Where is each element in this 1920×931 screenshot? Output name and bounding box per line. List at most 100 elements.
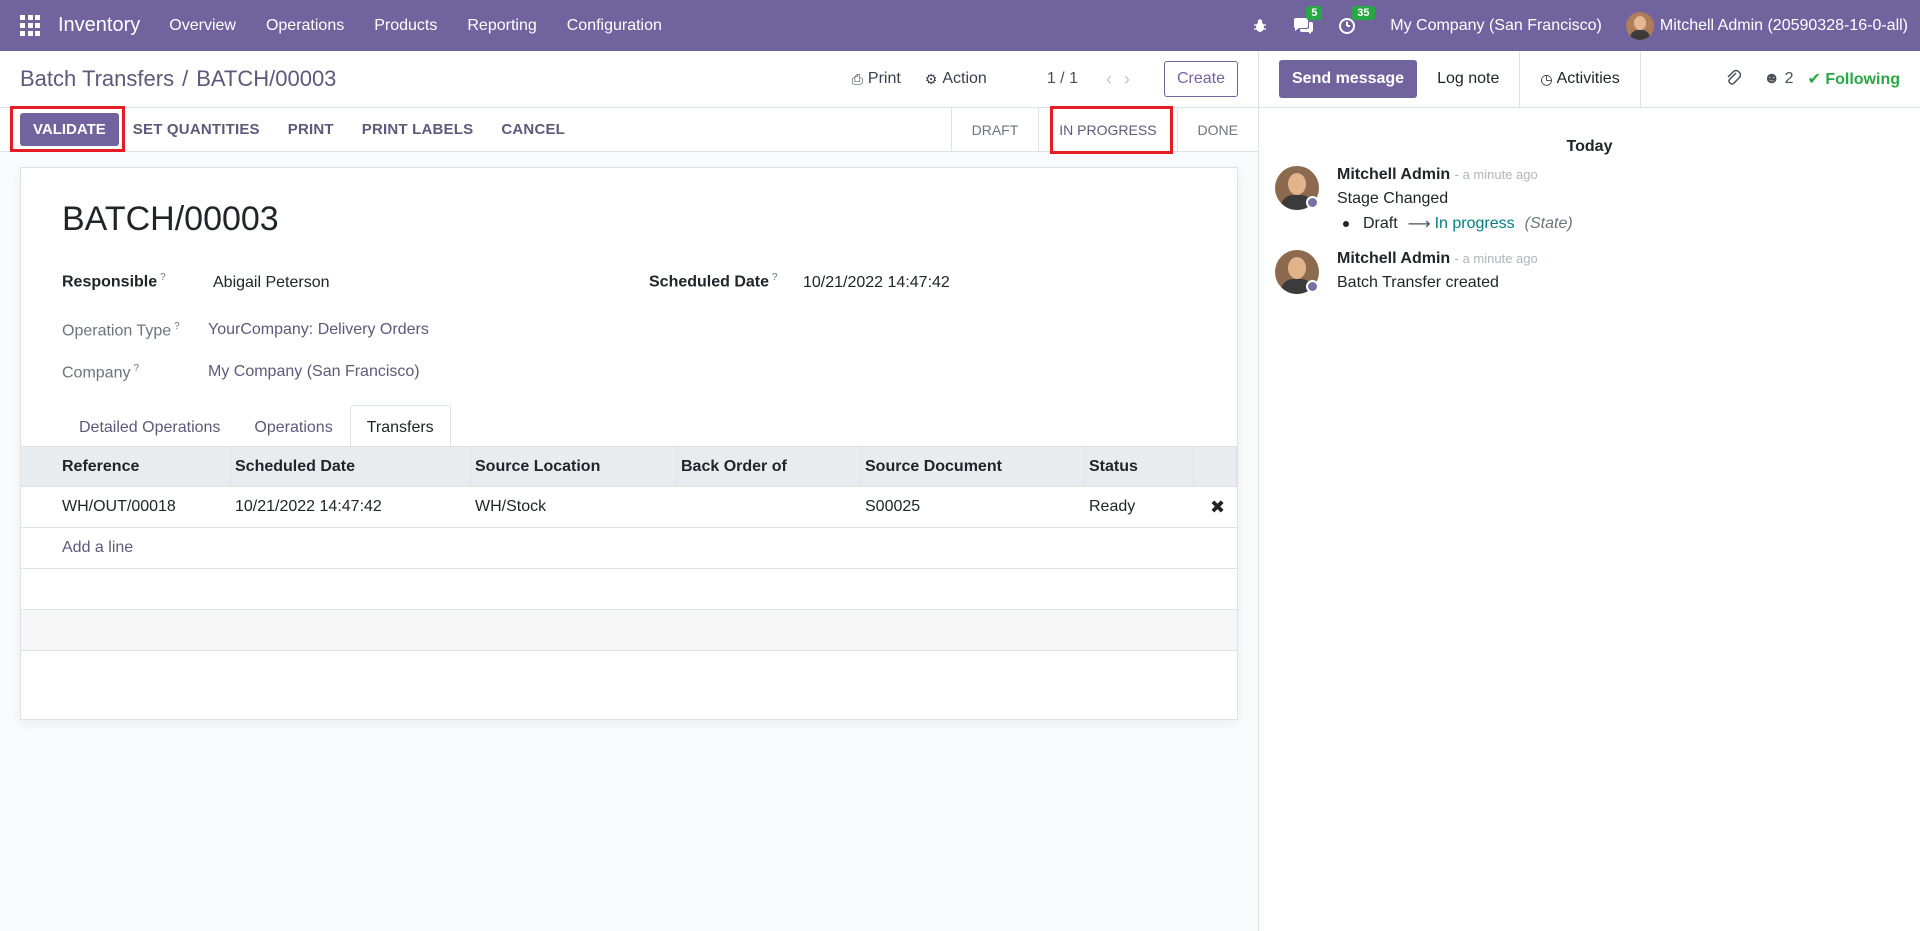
- help-icon[interactable]: ?: [160, 272, 166, 283]
- responsible-label: Responsible?: [62, 272, 166, 291]
- pager-value[interactable]: 1 / 1: [1047, 70, 1078, 88]
- printer-icon: ⎙: [851, 70, 863, 87]
- cell-reference: WH/OUT/00018: [62, 498, 176, 515]
- online-status-dot: [1306, 196, 1319, 209]
- menu-products[interactable]: Products: [359, 17, 452, 35]
- add-a-line-link[interactable]: Add a line: [21, 539, 133, 557]
- scheduled-date-label-text: Scheduled Date: [649, 273, 770, 291]
- messages-icon[interactable]: 5: [1292, 5, 1323, 35]
- user-menu[interactable]: Mitchell Admin (20590328-16-0-all): [1625, 11, 1908, 40]
- pager-previous-icon[interactable]: ‹: [1106, 69, 1112, 90]
- paperclip-icon[interactable]: [1725, 68, 1742, 91]
- help-icon[interactable]: ?: [174, 321, 180, 332]
- tab-detailed-operations[interactable]: Detailed Operations: [62, 405, 237, 451]
- activities-button[interactable]: ◷ Activities: [1520, 50, 1641, 108]
- column-reference[interactable]: Reference: [21, 447, 231, 486]
- scheduled-date-label: Scheduled Date?: [649, 272, 778, 291]
- column-scheduled-date[interactable]: Scheduled Date: [231, 447, 471, 486]
- set-quantities-button[interactable]: SET QUANTITIES: [133, 115, 260, 144]
- operation-type-field[interactable]: YourCompany: Delivery Orders: [208, 321, 429, 339]
- send-message-button[interactable]: Send message: [1279, 60, 1418, 98]
- empty-row: [21, 569, 1237, 610]
- stage-draft[interactable]: DRAFT: [950, 107, 1039, 152]
- menu-reporting[interactable]: Reporting: [452, 17, 551, 35]
- company-switcher[interactable]: My Company (San Francisco): [1390, 17, 1602, 35]
- tracking-value: Draft ⟶ In progress (State): [1343, 214, 1573, 234]
- breadcrumb-current: BATCH/00003: [196, 66, 337, 91]
- date-separator: Today: [1566, 138, 1613, 155]
- scheduled-date-field[interactable]: 10/21/2022 14:47:42: [803, 274, 950, 292]
- print-labels-button[interactable]: PRINT LABELS: [362, 115, 474, 144]
- menu-overview[interactable]: Overview: [154, 17, 251, 35]
- chatter-panel: Send message Log note ◷ Activities ☻ 2 ✔…: [1258, 50, 1920, 931]
- cancel-button[interactable]: CANCEL: [501, 115, 565, 144]
- pager-next-icon[interactable]: ›: [1124, 69, 1130, 90]
- gear-icon: ⚙: [924, 70, 938, 87]
- empty-row: [21, 610, 1237, 651]
- cell-source-document: S00025: [865, 498, 921, 515]
- delete-row-icon[interactable]: ✖: [1210, 497, 1225, 518]
- column-source-location[interactable]: Source Location: [471, 447, 677, 486]
- chatter-topbar: Send message Log note ◷ Activities ☻ 2 ✔…: [1259, 50, 1920, 108]
- menu-configuration[interactable]: Configuration: [552, 17, 677, 35]
- cell-back-order-of: [677, 487, 861, 527]
- transfers-table: Reference Scheduled Date Source Location…: [21, 446, 1237, 651]
- activities-count-badge: 35: [1352, 5, 1375, 20]
- check-icon: ✔: [1807, 71, 1821, 88]
- online-status-dot: [1306, 280, 1319, 293]
- company-label-text: Company: [62, 364, 131, 382]
- print-menu-button[interactable]: ⎙ Print: [852, 70, 901, 88]
- control-panel: Batch Transfers / BATCH/00003 ⎙ Print ⚙ …: [0, 51, 1258, 108]
- apps-menu-icon[interactable]: [20, 14, 42, 37]
- column-back-order-of[interactable]: Back Order of: [677, 447, 861, 486]
- menu-operations[interactable]: Operations: [251, 17, 359, 35]
- table-row[interactable]: WH/OUT/00018 10/21/2022 14:47:42 WH/Stoc…: [21, 487, 1237, 528]
- create-button[interactable]: Create: [1163, 61, 1238, 97]
- cell-source-location: WH/Stock: [475, 498, 547, 515]
- cell-scheduled-date: 10/21/2022 14:47:42: [235, 498, 382, 515]
- tab-transfers[interactable]: Transfers: [349, 405, 451, 451]
- form-sheet: BATCH/00003 Responsible? Abigail Peterso…: [20, 167, 1238, 720]
- followers-button[interactable]: ☻ 2: [1763, 70, 1793, 88]
- new-value: In progress: [1434, 215, 1515, 232]
- debug-bug-icon[interactable]: [1252, 18, 1268, 34]
- responsible-label-text: Responsible: [62, 273, 158, 291]
- old-value: Draft: [1363, 215, 1398, 232]
- activities-clock-icon[interactable]: 35: [1338, 5, 1375, 35]
- bullet: [1343, 221, 1349, 227]
- log-note-button[interactable]: Log note: [1417, 50, 1521, 108]
- messages-count-badge: 5: [1306, 5, 1323, 20]
- help-icon[interactable]: ?: [772, 272, 778, 283]
- message-time: - a minute ago: [1454, 167, 1538, 182]
- tab-operations[interactable]: Operations: [237, 405, 349, 451]
- app-name[interactable]: Inventory: [58, 14, 140, 37]
- breadcrumb-separator: /: [182, 66, 189, 91]
- message-text: Batch Transfer created: [1337, 274, 1499, 291]
- message-time: - a minute ago: [1454, 251, 1538, 266]
- tracked-field-name: (State): [1524, 215, 1573, 232]
- column-status[interactable]: Status: [1085, 447, 1194, 486]
- print-button[interactable]: PRINT: [288, 115, 334, 144]
- operation-type-label: Operation Type?: [62, 321, 180, 340]
- breadcrumb-batch-transfers[interactable]: Batch Transfers: [20, 66, 174, 92]
- column-source-document[interactable]: Source Document: [861, 447, 1085, 486]
- following-button[interactable]: ✔ Following: [1807, 69, 1900, 89]
- form-view: Batch Transfers / BATCH/00003 ⎙ Print ⚙ …: [0, 51, 1258, 931]
- stage-done[interactable]: DONE: [1176, 107, 1258, 152]
- notebook-tabs: Detailed Operations Operations Transfers: [62, 405, 451, 451]
- top-navbar: Inventory Overview Operations Products R…: [0, 0, 1920, 51]
- action-menu-button[interactable]: ⚙ Action: [925, 70, 987, 88]
- cell-status: Ready: [1089, 498, 1136, 515]
- print-menu-label: Print: [867, 70, 901, 87]
- company-field[interactable]: My Company (San Francisco): [208, 363, 420, 381]
- message-author[interactable]: Mitchell Admin: [1337, 166, 1450, 183]
- user-name: Mitchell Admin (20590328-16-0-all): [1659, 16, 1908, 34]
- user-icon: ☻: [1763, 70, 1781, 87]
- responsible-field[interactable]: Abigail Peterson: [213, 274, 330, 292]
- operation-type-label-text: Operation Type: [62, 322, 172, 340]
- help-icon[interactable]: ?: [133, 363, 139, 374]
- message-author[interactable]: Mitchell Admin: [1337, 250, 1450, 267]
- user-avatar: [1625, 11, 1654, 40]
- table-header: Reference Scheduled Date Source Location…: [21, 446, 1237, 487]
- add-line-row: Add a line: [21, 528, 1237, 569]
